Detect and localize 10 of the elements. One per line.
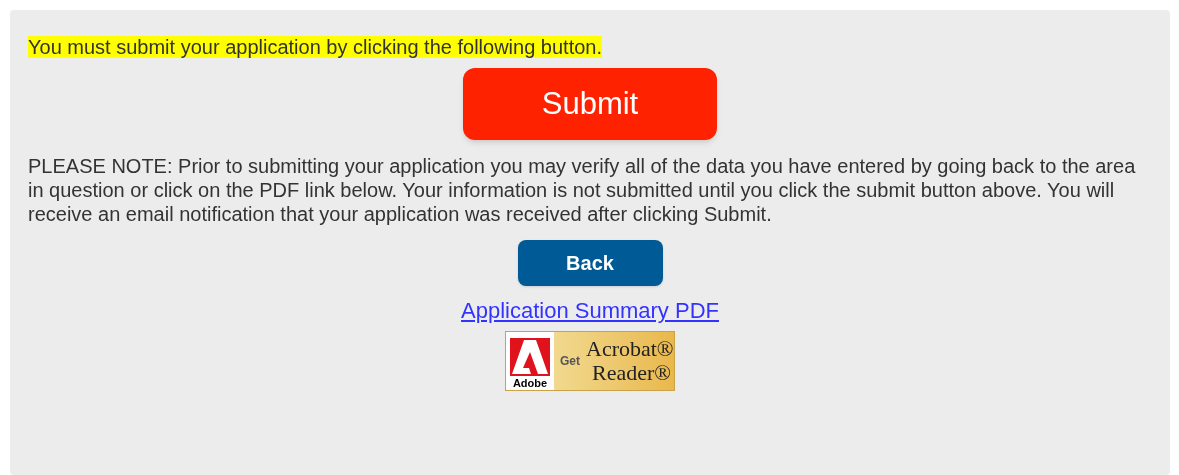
submit-button[interactable]: Submit [463,68,717,140]
get-label: Get [560,353,580,370]
acrobat-label: Acrobat® [586,337,674,361]
notice-text: You must submit your application by clicking the following button. [28,36,603,58]
application-summary-pdf-link[interactable]: Application Summary PDF [461,297,719,325]
adobe-label: Adobe [512,376,548,390]
adobe-logo-icon [510,338,550,376]
back-button[interactable]: Back [517,240,663,286]
reader-label: Reader® [592,361,673,385]
note-paragraph: PLEASE NOTE: Prior to submitting your application you may verify all of the data you have entered by going back to the area in question or click on the PDF link below. Your information is not submitted until you click the submit button above. You will receive an email notification that your application was received after clicking Submit. [28,154,1137,226]
